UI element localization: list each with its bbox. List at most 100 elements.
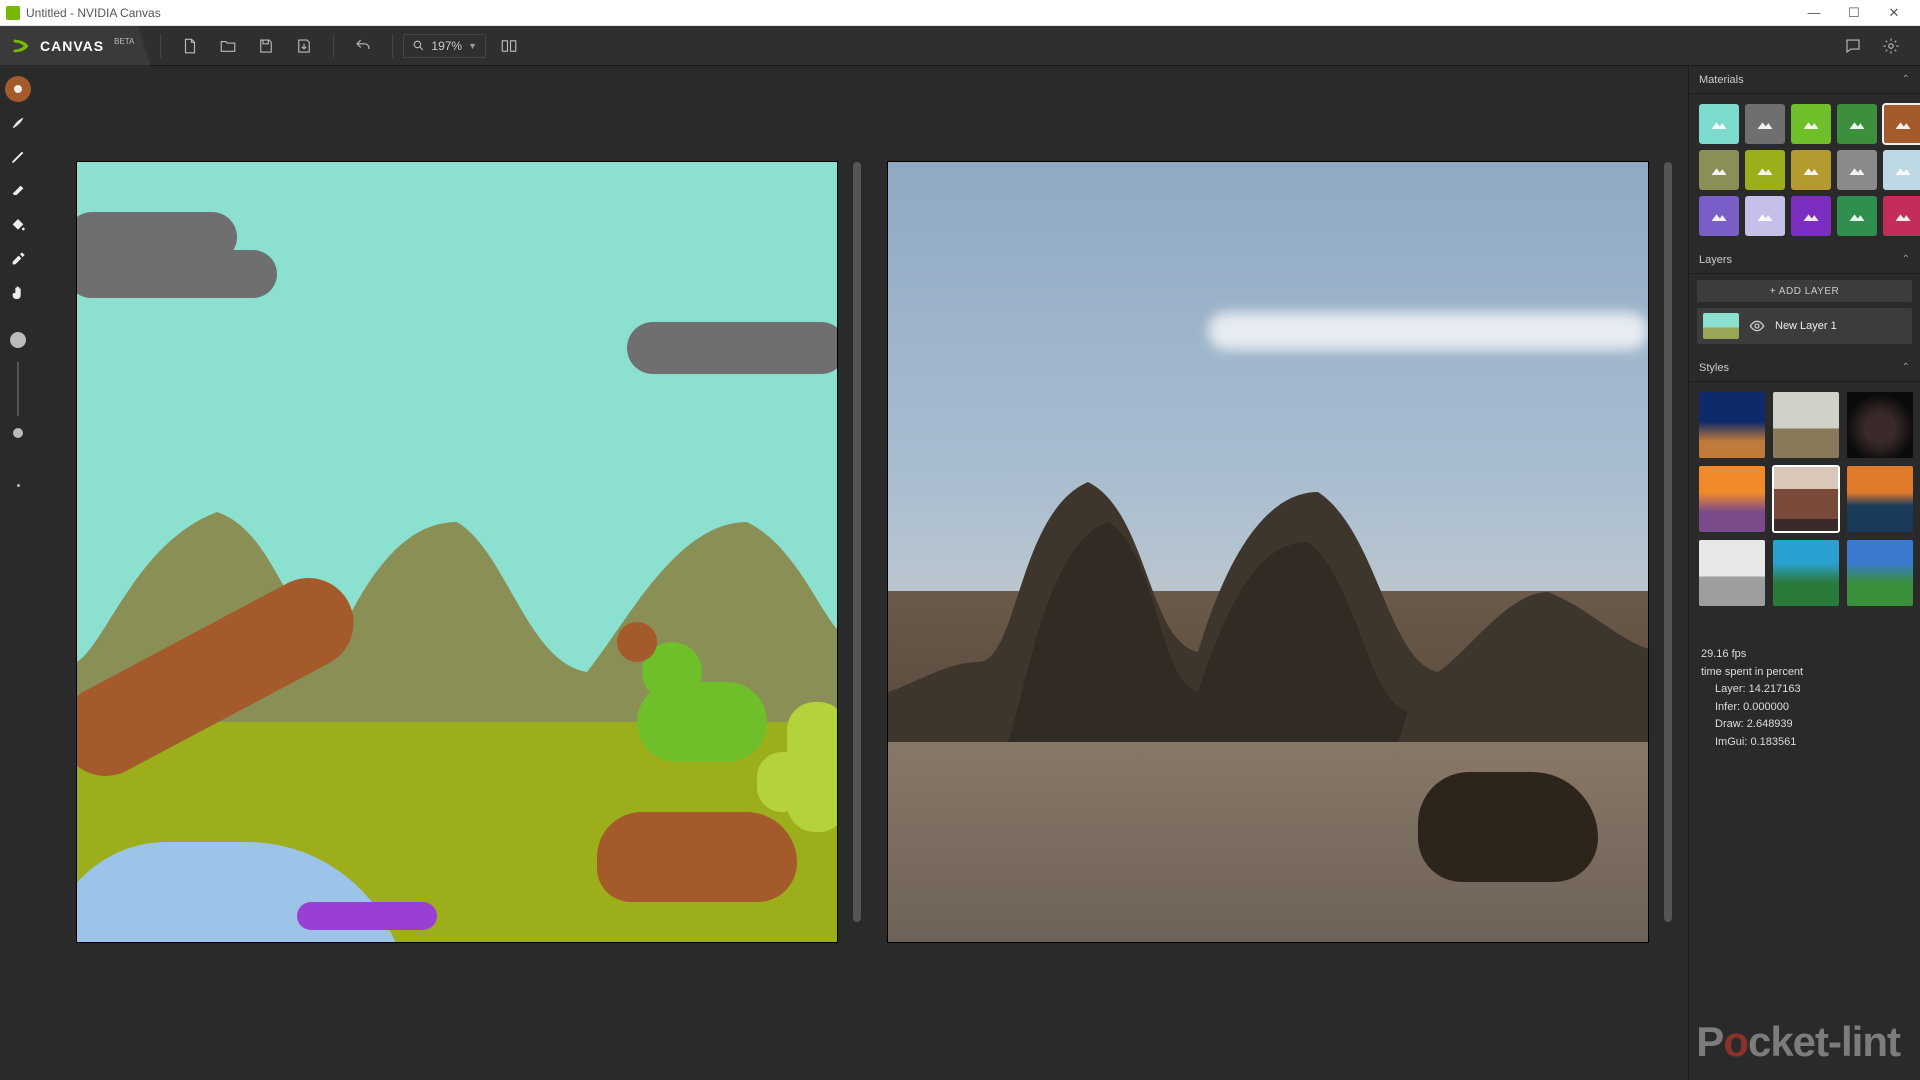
add-layer-button[interactable]: + ADD LAYER <box>1697 280 1912 302</box>
app-beta-badge: BETA <box>114 37 134 46</box>
layers-panel-header[interactable]: Layers ⌃ <box>1689 246 1920 274</box>
window-maximize-button[interactable]: ☐ <box>1834 5 1874 21</box>
performance-stats: 29.16 fps time spent in percent Layer: 1… <box>1689 616 1920 752</box>
window-close-button[interactable]: ✕ <box>1874 5 1914 21</box>
brand: CANVAS BETA <box>0 26 150 66</box>
materials-panel-header[interactable]: Materials ⌃ <box>1689 66 1920 94</box>
brush-size-slider[interactable] <box>17 362 19 416</box>
material-grass[interactable] <box>1791 104 1831 144</box>
new-file-button[interactable] <box>177 33 203 59</box>
material-rock[interactable] <box>1837 150 1877 190</box>
hand-icon <box>10 285 26 301</box>
chevron-up-icon: ⌃ <box>1902 254 1910 265</box>
compare-toggle-button[interactable] <box>496 33 522 59</box>
styles-panel-header[interactable]: Styles ⌃ <box>1689 354 1920 382</box>
material-flower[interactable] <box>1791 196 1831 236</box>
style-1[interactable] <box>1699 392 1765 458</box>
open-file-button[interactable] <box>215 33 241 59</box>
material-road[interactable] <box>1883 196 1920 236</box>
export-icon <box>295 37 313 55</box>
input-vertical-scrollbar[interactable] <box>853 162 861 942</box>
save-icon <box>257 37 275 55</box>
sidebar: Materials ⌃ Layers ⌃ + ADD LAYER New Lay… <box>1688 66 1920 1080</box>
style-9[interactable] <box>1847 540 1913 606</box>
tool-brush[interactable] <box>5 110 31 136</box>
topbar: CANVAS BETA 197% ▼ <box>0 26 1920 66</box>
material-dirt[interactable] <box>1883 104 1920 144</box>
style-4[interactable] <box>1699 466 1765 532</box>
layer-row[interactable]: New Layer 1 <box>1697 308 1912 344</box>
tool-fill[interactable] <box>5 212 31 238</box>
style-8[interactable] <box>1773 540 1839 606</box>
nvidia-logo-icon <box>10 35 32 57</box>
output-mountains <box>888 462 1648 742</box>
magnifier-icon <box>412 39 425 52</box>
material-tree[interactable] <box>1745 150 1785 190</box>
material-snow[interactable] <box>1883 150 1920 190</box>
brush-size-min[interactable] <box>17 484 20 487</box>
stat-infer: Infer: 0.000000 <box>1701 699 1908 717</box>
tool-pan[interactable] <box>5 280 31 306</box>
material-water[interactable] <box>1699 196 1739 236</box>
styles-grid <box>1689 382 1920 616</box>
material-hill[interactable] <box>1837 104 1877 144</box>
stage <box>36 66 1688 1080</box>
materials-grid <box>1689 94 1920 246</box>
material-sky[interactable] <box>1699 104 1739 144</box>
material-mountain[interactable] <box>1699 150 1739 190</box>
style-6[interactable] <box>1847 466 1913 532</box>
segmentation-canvas[interactable] <box>77 162 837 942</box>
brush-size-handle[interactable] <box>13 428 23 438</box>
chevron-up-icon: ⌃ <box>1902 74 1910 85</box>
tool-eraser[interactable] <box>5 178 31 204</box>
style-2[interactable] <box>1773 392 1839 458</box>
comment-icon <box>1844 37 1862 55</box>
zoom-control[interactable]: 197% ▼ <box>403 34 486 58</box>
stat-imgui: ImGui: 0.183561 <box>1701 734 1908 752</box>
material-bush[interactable] <box>1837 196 1877 236</box>
undo-button[interactable] <box>350 33 376 59</box>
pencil-icon <box>10 149 26 165</box>
stat-fps: 29.16 fps <box>1701 646 1908 664</box>
settings-button[interactable] <box>1878 33 1904 59</box>
tool-column <box>0 66 36 1080</box>
tool-eyedropper[interactable] <box>5 246 31 272</box>
styles-title: Styles <box>1699 362 1729 374</box>
material-sand[interactable] <box>1791 150 1831 190</box>
export-button[interactable] <box>291 33 317 59</box>
stat-layer: Layer: 14.217163 <box>1701 681 1908 699</box>
visibility-icon[interactable] <box>1749 318 1765 334</box>
tool-pencil[interactable] <box>5 144 31 170</box>
output-vertical-scrollbar[interactable] <box>1664 162 1672 942</box>
chevron-down-icon: ▼ <box>468 41 477 51</box>
material-fog[interactable] <box>1745 196 1785 236</box>
style-3[interactable] <box>1847 392 1913 458</box>
output-canvas[interactable] <box>888 162 1648 942</box>
bucket-icon <box>10 217 26 233</box>
eraser-icon <box>10 183 26 199</box>
brush-size-max[interactable] <box>10 332 26 348</box>
save-button[interactable] <box>253 33 279 59</box>
zoom-value: 197% <box>431 39 462 53</box>
gear-icon <box>1882 37 1900 55</box>
tool-material-picker[interactable] <box>5 76 31 102</box>
style-7[interactable] <box>1699 540 1765 606</box>
folder-icon <box>219 37 237 55</box>
materials-title: Materials <box>1699 74 1744 86</box>
feedback-button[interactable] <box>1840 33 1866 59</box>
app-icon <box>6 6 20 20</box>
stat-draw: Draw: 2.648939 <box>1701 716 1908 734</box>
chevron-up-icon: ⌃ <box>1902 362 1910 373</box>
output-pane <box>877 162 1658 1060</box>
eyedropper-icon <box>10 251 26 267</box>
brush-icon <box>10 115 26 131</box>
material-cloud[interactable] <box>1745 104 1785 144</box>
new-file-icon <box>181 37 199 55</box>
material-icon <box>10 81 26 97</box>
undo-icon <box>354 37 372 55</box>
layers-title: Layers <box>1699 254 1732 266</box>
window-title: Untitled - NVIDIA Canvas <box>26 6 161 20</box>
style-5[interactable] <box>1773 466 1839 532</box>
stat-heading: time spent in percent <box>1701 664 1908 682</box>
window-minimize-button[interactable]: — <box>1794 5 1834 20</box>
